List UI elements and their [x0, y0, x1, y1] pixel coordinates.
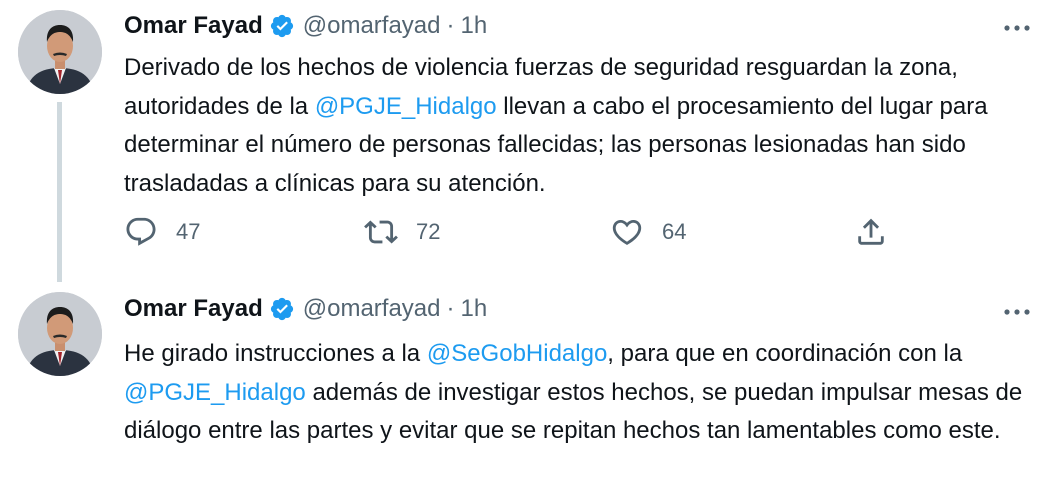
tweet-text-part: , para que en coordinación con la: [607, 340, 963, 367]
reply-button[interactable]: 47: [124, 212, 200, 252]
tweet-header: Omar Fayad @omarfayad · 1h: [124, 293, 487, 325]
share-icon: [854, 215, 888, 249]
verified-badge-icon: [269, 13, 295, 39]
avatar-image: [18, 10, 102, 94]
tweet-text: He girado instrucciones a la @SeGobHidal…: [124, 335, 1034, 451]
tweet[interactable]: Omar Fayad @omarfayad · 1h Derivado de l…: [0, 0, 1064, 282]
reply-count: 47: [176, 219, 201, 244]
avatar-image: [18, 292, 102, 376]
tweet-text-part: He girado instrucciones a la: [124, 340, 427, 367]
reply-icon: [124, 215, 158, 249]
author-handle[interactable]: @omarfayad: [303, 295, 441, 323]
mention-link[interactable]: @SeGobHidalgo: [427, 340, 607, 367]
tweet-actions: 47 72 64: [124, 212, 904, 252]
verified-badge-icon: [269, 296, 295, 322]
timestamp[interactable]: 1h: [461, 12, 488, 40]
mention-link[interactable]: @PGJE_Hidalgo: [124, 379, 306, 406]
author-name[interactable]: Omar Fayad: [124, 295, 263, 323]
avatar[interactable]: [18, 10, 102, 94]
mention-link[interactable]: @PGJE_Hidalgo: [315, 93, 497, 120]
timestamp[interactable]: 1h: [461, 295, 488, 323]
separator-dot: ·: [446, 295, 455, 322]
like-icon: [610, 215, 644, 249]
share-button[interactable]: [854, 212, 888, 252]
tweet[interactable]: Omar Fayad @omarfayad · 1h He girado ins…: [0, 280, 1064, 494]
like-button[interactable]: 64: [610, 212, 686, 252]
tweet-text: Derivado de los hechos de violencia fuer…: [124, 49, 1034, 203]
retweet-count: 72: [416, 219, 441, 244]
more-options-icon[interactable]: [1002, 302, 1032, 322]
avatar[interactable]: [18, 292, 102, 376]
author-handle[interactable]: @omarfayad: [303, 12, 441, 40]
retweet-button[interactable]: 72: [364, 212, 440, 252]
retweet-icon: [364, 215, 398, 249]
more-options-icon[interactable]: [1002, 18, 1032, 38]
thread-line: [57, 102, 62, 282]
tweet-header: Omar Fayad @omarfayad · 1h: [124, 10, 487, 42]
author-name[interactable]: Omar Fayad: [124, 12, 263, 40]
separator-dot: ·: [446, 12, 455, 39]
like-count: 64: [662, 219, 687, 244]
